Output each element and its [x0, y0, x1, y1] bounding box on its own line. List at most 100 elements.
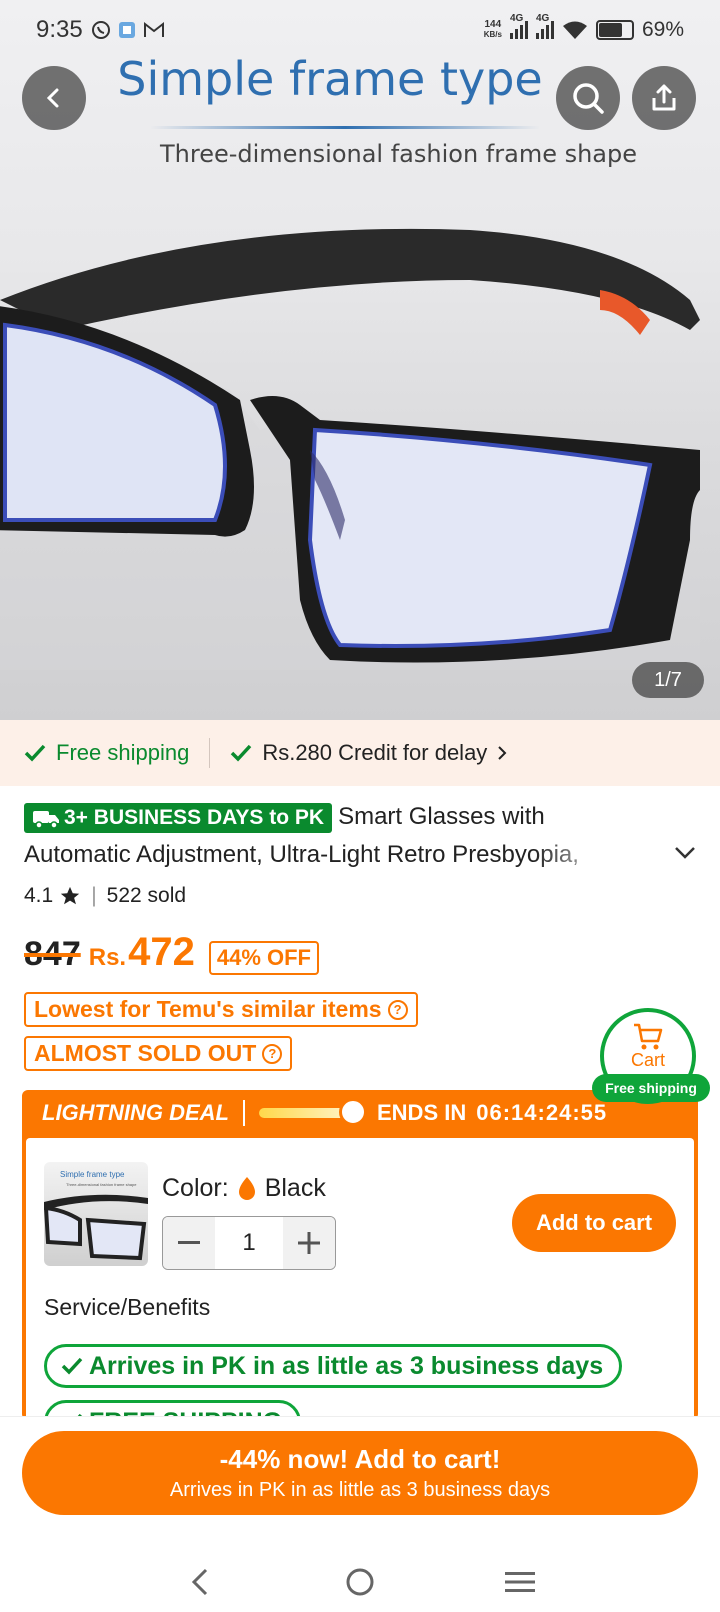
back-arrow-icon: [46, 88, 59, 108]
nav-home-icon: [346, 1568, 374, 1596]
color-value: Black: [264, 1174, 326, 1202]
price-row: 847 Rs. 472 44% OFF: [24, 930, 319, 975]
benefit-arrival: Arrives in PK in as little as 3 business…: [44, 1344, 623, 1388]
check-icon: [231, 744, 252, 762]
help-icon: ?: [262, 1043, 283, 1064]
nav-menu-button[interactable]: [490, 1557, 550, 1607]
share-icon: [652, 84, 676, 111]
star-icon: [61, 886, 80, 905]
chevron-right-icon: [498, 746, 507, 760]
help-icon: ?: [387, 999, 408, 1020]
original-price: 847: [24, 935, 81, 973]
almost-sold-out-tag[interactable]: ALMOST SOLD OUT ?: [24, 1036, 293, 1071]
sold-out-label: ALMOST SOLD OUT: [34, 1040, 257, 1066]
nav-menu-icon: [505, 1572, 535, 1592]
chevron-down-icon[interactable]: [674, 846, 696, 860]
nav-back-icon: [191, 1568, 208, 1596]
benefit-arrival-label: Arrives in PK in as little as 3 business…: [89, 1351, 604, 1380]
ends-in-label: ENDS IN: [377, 1100, 467, 1125]
cta-line-2: Arrives in PK in as little as 3 business…: [169, 1479, 551, 1501]
delivery-badge: 3+ BUSINESS DAYS to PK: [24, 802, 333, 833]
discount-badge: 44% OFF: [208, 941, 319, 975]
divider: [243, 1100, 245, 1126]
status-time: 9:35: [36, 16, 83, 43]
title-line-2: Automatic Adjustment, Ultra-Light Retro …: [24, 841, 579, 868]
increase-button[interactable]: [283, 1217, 335, 1269]
delay-credit-link[interactable]: Rs.280 Credit for delay: [230, 740, 507, 766]
rating-value: 4.1: [24, 884, 54, 907]
status-right: 144 KB/s 4G 4G 69%: [484, 13, 684, 42]
sim1-label: 4G: [509, 13, 524, 24]
color-selector[interactable]: Color: Black: [162, 1174, 326, 1203]
signal-icon-1: 4G: [509, 13, 528, 39]
free-shipping-info: Free shipping: [24, 740, 189, 766]
product-image-gallery[interactable]: Simple frame type Three-dimensional fash…: [0, 0, 720, 720]
net-speed: 144 KB/s: [484, 20, 502, 40]
sold-count: 522 sold: [106, 884, 187, 907]
quantity-value[interactable]: 1: [215, 1217, 283, 1269]
cart-label: Cart: [630, 1050, 665, 1070]
color-label: Color:: [162, 1174, 229, 1202]
product-thumbnail[interactable]: Simple frame type Three-dimensional fash…: [44, 1162, 148, 1266]
product-title[interactable]: 3+ BUSINESS DAYS to PK Smart Glasses wit…: [24, 798, 684, 874]
check-icon: [61, 1357, 83, 1375]
clock-icon: [339, 1098, 367, 1126]
gmail-icon: [143, 21, 164, 37]
add-to-cart-cta-button[interactable]: -44% now! Add to cart! Arrives in PK in …: [22, 1431, 698, 1515]
glasses-image: [0, 228, 700, 670]
app-notification-icon: [118, 22, 135, 38]
battery-percent: 69%: [641, 18, 684, 41]
currency: Rs.: [88, 944, 127, 971]
hero-divider: [150, 126, 540, 129]
nav-home-button[interactable]: [330, 1557, 390, 1607]
title-line-1: 3+ BUSINESS DAYS to PK Smart Glasses wit…: [24, 798, 684, 836]
service-benefits-title: Service/Benefits: [44, 1294, 211, 1320]
battery-icon: [595, 20, 634, 40]
net-speed-unit: KB/s: [483, 30, 502, 39]
image-pager: 1/7: [632, 662, 704, 698]
deal-label: LIGHTNING DEAL: [42, 1100, 229, 1125]
check-icon: [24, 744, 46, 762]
wifi-icon: [562, 21, 587, 39]
net-speed-value: 144: [484, 19, 502, 30]
nav-back-button[interactable]: [170, 1557, 230, 1607]
search-button[interactable]: [556, 66, 620, 130]
lightning-deal-panel: LIGHTNING DEAL ENDS IN 06:14:24:55 Simpl…: [22, 1090, 698, 1444]
sim2-label: 4G: [535, 13, 550, 24]
divider: [209, 738, 211, 768]
bottom-bar: -44% now! Add to cart! Arrives in PK in …: [0, 1416, 720, 1612]
add-to-cart-button[interactable]: Add to cart: [512, 1194, 676, 1252]
shipping-strip: Free shipping Rs.280 Credit for delay: [0, 720, 720, 786]
truck-icon: [33, 810, 59, 829]
sale-price: 472: [128, 930, 195, 974]
status-bar: 9:35 144 KB/s 4G 4G 69%: [0, 0, 720, 60]
status-left: 9:35: [36, 16, 165, 44]
lowest-price-tag[interactable]: Lowest for Temu's similar items ?: [24, 992, 418, 1027]
share-button[interactable]: [632, 66, 696, 130]
back-button[interactable]: [22, 66, 86, 130]
divider: |: [91, 884, 97, 907]
system-nav-bar: [0, 1551, 720, 1612]
delivery-badge-label: 3+ BUSINESS DAYS to PK: [64, 805, 325, 829]
notification-icons: [91, 20, 165, 40]
free-shipping-label: Free shipping: [56, 740, 190, 765]
plus-icon: [298, 1232, 320, 1254]
deal-body: Simple frame type Three-dimensional fash…: [26, 1138, 694, 1444]
decrease-button[interactable]: [163, 1217, 215, 1269]
whatsapp-icon: [91, 21, 110, 39]
cart-free-shipping-badge: Free shipping: [592, 1074, 710, 1102]
thumbnail-glasses-image: [44, 1194, 148, 1261]
delay-credit-label: Rs.280 Credit for delay: [262, 740, 488, 765]
title-text-1: Smart Glasses with: [338, 803, 545, 830]
signal-icon-2: 4G: [535, 13, 554, 39]
quantity-stepper: 1: [162, 1216, 336, 1270]
cta-line-1: -44% now! Add to cart!: [219, 1444, 501, 1474]
minus-icon: [178, 1241, 200, 1244]
cart-icon: [634, 1023, 663, 1050]
search-icon: [573, 83, 604, 114]
deal-progress-bar: [259, 1098, 367, 1126]
rating-row[interactable]: 4.1 | 522 sold: [24, 884, 186, 908]
lowest-price-label: Lowest for Temu's similar items: [34, 996, 382, 1022]
hero-subtitle: Three-dimensional fashion frame shape: [160, 140, 638, 168]
flame-icon: [238, 1176, 255, 1200]
